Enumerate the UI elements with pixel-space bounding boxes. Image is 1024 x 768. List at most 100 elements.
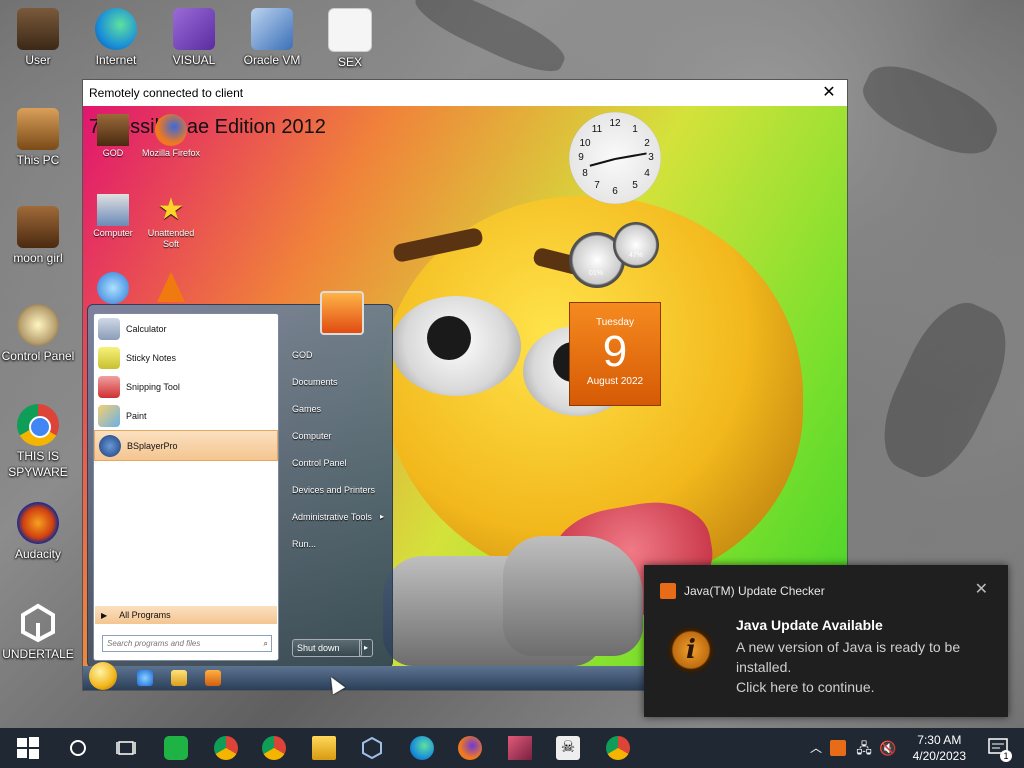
desktop-icon-spyware[interactable]: THIS IS SPYWARE [0,404,76,480]
wallpaper-detail [866,289,1024,491]
desktop-icon-label: Audacity [14,547,62,561]
desktop-icon-moon-girl[interactable]: moon girl [0,206,76,266]
start-item-run[interactable]: Run... [286,530,390,557]
paint-palette-icon [98,404,120,427]
virtualbox-icon [251,8,293,50]
computer-icon [97,194,129,226]
user-picture-icon[interactable] [320,291,364,335]
file-explorer-icon[interactable] [312,736,336,760]
clock-gadget[interactable]: 12 1 2 3 4 5 6 7 8 9 10 11 [569,112,661,204]
inner-icon-vlc[interactable] [141,272,201,304]
clock-minute-hand [614,152,647,160]
calendar-date: 9 [602,327,628,376]
start-item-label: Run... [292,538,317,549]
game-icon [17,206,59,248]
all-programs-button[interactable]: ▶ All Programs [95,606,277,624]
chrome-icon[interactable] [606,736,630,760]
explorer-icon[interactable] [171,670,187,686]
clock-number: 4 [644,168,650,179]
notification-action-text[interactable]: Click here to continue. [736,677,996,697]
clock-number: 5 [632,180,638,191]
start-item-games[interactable]: Games [286,395,390,422]
desktop-icon-user[interactable]: User [0,8,76,68]
calendar-gadget[interactable]: Tuesday 9 August 2022 [569,302,661,406]
desktop-icon-undertale[interactable]: UNDERTALE [0,602,76,662]
clock-number: 1 [632,124,638,135]
remote-window-titlebar[interactable]: Remotely connected to client ✕ [83,80,847,106]
desktop-icon-oracle-vm[interactable]: Oracle VM [234,8,310,68]
star-icon: ★ [157,193,185,226]
task-view-icon[interactable] [114,736,138,760]
firefox-icon[interactable] [458,736,482,760]
audacity-icon [17,502,59,544]
desktop-icon-internet[interactable]: Internet [78,8,154,68]
chevron-right-icon[interactable]: ▸ [359,639,373,657]
start-item-administrative-tools[interactable]: Administrative Tools ▸ [286,503,390,530]
clock-number: 7 [594,180,600,191]
inner-icon-unattended[interactable]: ★ Unattended Soft [141,194,201,250]
close-icon[interactable]: ✕ [975,579,988,599]
app-icon[interactable] [508,736,532,760]
start-item-computer[interactable]: Computer [286,422,390,449]
clock-number: 3 [648,152,654,163]
sheets-icon[interactable] [164,736,188,760]
ie-icon[interactable] [137,670,153,686]
skull-icon[interactable]: ☠ [556,736,580,760]
desktop-icon-audacity[interactable]: Audacity [0,502,76,562]
close-icon[interactable]: ✕ [819,83,839,103]
firefox-icon [155,114,187,146]
shutdown-button[interactable]: Shut down ▸ [292,639,373,657]
taskbar: ☠ ︿ 🖧 🔇 7:30 AM 4/20/2023 1 [0,728,1024,768]
program-paint[interactable]: Paint [94,401,278,430]
clock-hour-hand [589,158,616,167]
action-center-icon[interactable]: 1 [988,738,1012,762]
desktop-icon-control-panel[interactable]: Control Panel [0,304,76,364]
java-icon [660,583,676,599]
start-item-control-panel[interactable]: Control Panel [286,449,390,476]
chevron-up-icon[interactable]: ︿ [804,736,828,760]
start-item-god[interactable]: GOD [286,341,390,368]
program-sticky-notes[interactable]: Sticky Notes [94,343,278,372]
edge-icon[interactable] [410,736,434,760]
desktop-icon-sex[interactable]: SEX [312,8,388,70]
inner-icon-god[interactable]: GOD [83,114,143,159]
media-player-icon[interactable] [205,670,221,686]
java-tray-icon[interactable] [830,740,846,756]
network-icon[interactable]: 🖧 [852,736,876,760]
remote-window-title: Remotely connected to client [89,86,244,100]
desktop-icon-label: Oracle VM [243,53,301,67]
desktop-icon-label: This PC [16,153,60,167]
program-calculator[interactable]: Calculator [94,314,278,343]
clock-date: 4/20/2023 [912,749,966,763]
volume-muted-icon[interactable]: 🔇 [876,736,900,760]
desktop-icon-visual[interactable]: VISUAL [156,8,232,68]
chrome-profile-icon[interactable] [262,736,286,760]
memory-gauge[interactable]: 47% [613,222,659,268]
desktop-icon-this-pc[interactable]: This PC [0,108,76,168]
clock-number: 10 [579,138,591,149]
program-snipping-tool[interactable]: Snipping Tool [94,372,278,401]
all-programs-label: All Programs [119,610,171,620]
program-label: Paint [126,410,147,421]
inner-icon-firefox[interactable]: Mozilla Firefox [141,114,201,159]
start-item-label: Administrative Tools [292,511,372,522]
java-update-notification[interactable]: Java(TM) Update Checker ✕ i Java Update … [644,565,1008,717]
program-label: BSplayerPro [127,440,178,451]
calendar-month: August 2022 [586,376,644,387]
virtualbox-icon[interactable] [360,736,384,760]
inner-icon-computer[interactable]: Computer [83,194,143,239]
chrome-icon[interactable] [214,736,238,760]
shutdown-label: Shut down [297,643,340,653]
windows-start-icon[interactable] [16,736,40,760]
inner-icon-globe[interactable] [83,272,143,306]
program-bsplayerpro[interactable]: BSplayerPro [94,430,278,461]
desktop-icon-label: THIS IS SPYWARE [8,449,68,479]
start-menu-programs: Calculator Sticky Notes Snipping Tool Pa… [93,313,279,661]
clock[interactable]: 7:30 AM 4/20/2023 [913,732,966,764]
start-search-input[interactable]: Search programs and files ⌕ [102,635,272,652]
start-orb-icon[interactable] [89,662,117,690]
start-item-devices-printers[interactable]: Devices and Printers [286,476,390,503]
start-item-documents[interactable]: Documents [286,368,390,395]
search-icon[interactable] [66,736,90,760]
desktop-icon-label: moon girl [13,251,63,265]
